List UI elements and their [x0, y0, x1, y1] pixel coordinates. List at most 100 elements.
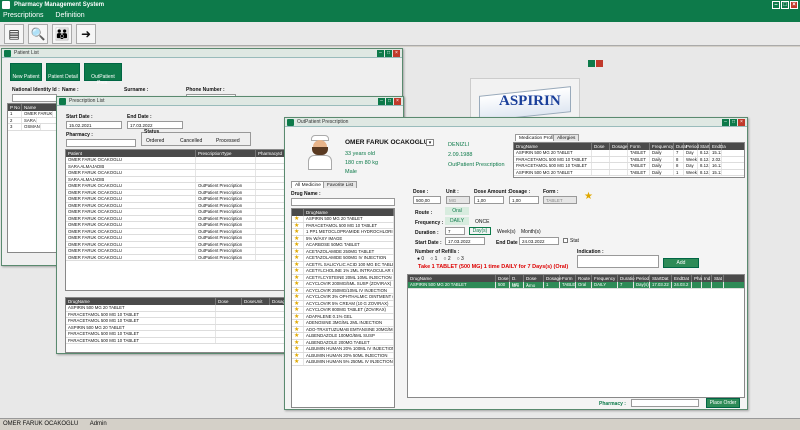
search-document-icon[interactable]: 🔍: [28, 24, 48, 44]
column-header[interactable]: DoseUnit: [242, 298, 270, 305]
favorite-star-icon[interactable]: ★: [292, 281, 304, 287]
family-icon[interactable]: 👪: [52, 24, 72, 44]
favorite-star-icon[interactable]: ★: [292, 274, 304, 280]
route-oral[interactable]: Oral: [445, 207, 469, 215]
column-header[interactable]: Dose: [592, 143, 610, 150]
status-ordered[interactable]: Ordered: [146, 138, 164, 144]
table-row[interactable]: OMER FARUK OCAKOGLU OutPatient Prescripti…: [66, 254, 296, 261]
frequency-once[interactable]: ONCE: [475, 219, 489, 225]
new-patient-button[interactable]: New Patient: [10, 63, 42, 81]
favorite-star-icon[interactable]: ★: [292, 313, 304, 319]
column-header[interactable]: DrugName: [514, 143, 592, 150]
refill-option[interactable]: ○ 2: [443, 256, 450, 262]
favorite-star-icon[interactable]: ★: [584, 191, 593, 202]
minimize-button[interactable]: –: [377, 50, 384, 57]
add-button[interactable]: Add: [663, 258, 699, 268]
table-row[interactable]: ASPIRIN 500 MG 20 TABLET500MG11TABLETOra…: [408, 282, 744, 289]
tab-favorite-list[interactable]: Favorite List: [323, 181, 358, 188]
maximize-button[interactable]: □: [781, 1, 789, 9]
column-header[interactable]: EndDat: [672, 275, 692, 282]
favorite-star-icon[interactable]: ★: [292, 229, 304, 235]
column-header[interactable]: Dose: [216, 298, 242, 305]
maximize-button[interactable]: □: [385, 50, 392, 57]
column-header[interactable]: Name: [22, 104, 58, 111]
favorite-star-icon[interactable]: ★: [292, 307, 304, 313]
column-header[interactable]: Pha: [692, 275, 702, 282]
column-header[interactable]: D. Uni: [510, 275, 524, 288]
favorite-star-icon[interactable]: ★: [292, 333, 304, 339]
unit-select[interactable]: MG: [446, 196, 470, 204]
duration-months[interactable]: Month(s): [521, 229, 541, 235]
favorite-star-icon[interactable]: ★: [292, 268, 304, 274]
dosage-input[interactable]: 1,00: [509, 196, 539, 204]
end-date-input[interactable]: 24.03.2022: [519, 237, 559, 245]
minimize-button[interactable]: –: [722, 119, 729, 126]
close-button[interactable]: ×: [790, 1, 798, 9]
start-date-input[interactable]: 15.02.2021: [66, 121, 122, 129]
favorite-star-icon[interactable]: ★: [292, 235, 304, 241]
prescription-export-icon[interactable]: ➜: [76, 24, 96, 44]
menu-definition[interactable]: Definition: [55, 12, 84, 19]
refill-option[interactable]: ● 0: [417, 256, 424, 262]
duration-days[interactable]: Day(s): [469, 227, 491, 235]
table-row[interactable]: 3 OSMAN: [8, 124, 58, 131]
favorite-star-icon[interactable]: ★: [292, 320, 304, 326]
close-button[interactable]: ×: [394, 98, 401, 105]
form-select[interactable]: TABLET: [543, 196, 577, 204]
menu-prescriptions[interactable]: Prescriptions: [3, 12, 43, 19]
favorite-star-icon[interactable]: ★: [292, 359, 304, 365]
column-header[interactable]: Form: [560, 275, 576, 282]
list-item[interactable]: ★ ALBUMIN HUMAN 5% 250ML IV INJECTION: [292, 359, 394, 366]
outpatient-prescription-button[interactable]: OutPatient Pres.: [84, 63, 122, 86]
column-header[interactable]: Dose Amo: [524, 275, 544, 288]
column-header[interactable]: StartDat: [650, 275, 672, 282]
column-header[interactable]: Dosage: [544, 275, 562, 282]
column-header[interactable]: Dose: [496, 275, 510, 282]
dose-amount-input[interactable]: 1,00: [474, 196, 504, 204]
close-button[interactable]: ×: [738, 119, 745, 126]
favorite-star-icon[interactable]: ★: [292, 242, 304, 248]
favorite-star-icon[interactable]: ★: [292, 352, 304, 358]
column-header[interactable]: Stat: [712, 275, 724, 282]
column-header[interactable]: Dosage: [610, 143, 628, 150]
patient-detail-button[interactable]: Patient Detail: [46, 63, 80, 81]
favorite-star-icon[interactable]: ★: [292, 287, 304, 293]
duration-input[interactable]: 7: [445, 227, 465, 235]
column-header[interactable]: Durat: [674, 143, 687, 150]
column-header[interactable]: Frequency: [650, 143, 674, 150]
refill-option[interactable]: ○ 1: [430, 256, 437, 262]
frequency-daily[interactable]: DAILY: [445, 217, 469, 225]
favorite-star-icon[interactable]: ★: [292, 248, 304, 254]
column-header[interactable]: Frequency: [592, 275, 618, 282]
column-header[interactable]: Period: [634, 275, 650, 282]
favorite-star-icon[interactable]: ★: [292, 216, 304, 222]
favorite-star-icon[interactable]: ★: [292, 326, 304, 332]
drug-name-input[interactable]: [291, 198, 395, 206]
column-header[interactable]: Patient: [66, 150, 196, 157]
column-header[interactable]: Route: [576, 275, 592, 282]
column-header[interactable]: Start: [698, 143, 710, 150]
tab-all-medicine[interactable]: All Medicine: [291, 181, 325, 188]
minimize-button[interactable]: –: [378, 98, 385, 105]
column-header[interactable]: EndDa: [710, 143, 726, 150]
column-header[interactable]: PrescriptionType: [196, 150, 256, 157]
dose-input[interactable]: 500,00: [413, 196, 441, 204]
favorite-star-icon[interactable]: ★: [292, 222, 304, 228]
column-header[interactable]: Period: [684, 143, 699, 150]
refill-option[interactable]: ○ 3: [457, 256, 464, 262]
favorite-star-icon[interactable]: ★: [292, 294, 304, 300]
indication-input[interactable]: [577, 255, 659, 268]
maximize-button[interactable]: □: [730, 119, 737, 126]
column-header[interactable]: DrugName: [66, 298, 216, 305]
favorite-star-icon[interactable]: ★: [292, 261, 304, 267]
chevron-down-icon[interactable]: ▾: [426, 139, 434, 146]
pharmacy-select[interactable]: [631, 399, 699, 407]
column-header[interactable]: Form: [628, 143, 650, 150]
favorite-star-icon[interactable]: ★: [292, 346, 304, 352]
column-header[interactable]: P No: [8, 104, 22, 111]
start-date-input[interactable]: 17.03.2022: [445, 237, 485, 245]
status-processed[interactable]: Processed: [216, 138, 240, 144]
column-header[interactable]: Duratio: [618, 275, 635, 282]
column-header[interactable]: Ind: [702, 275, 712, 282]
maximize-button[interactable]: □: [386, 98, 393, 105]
